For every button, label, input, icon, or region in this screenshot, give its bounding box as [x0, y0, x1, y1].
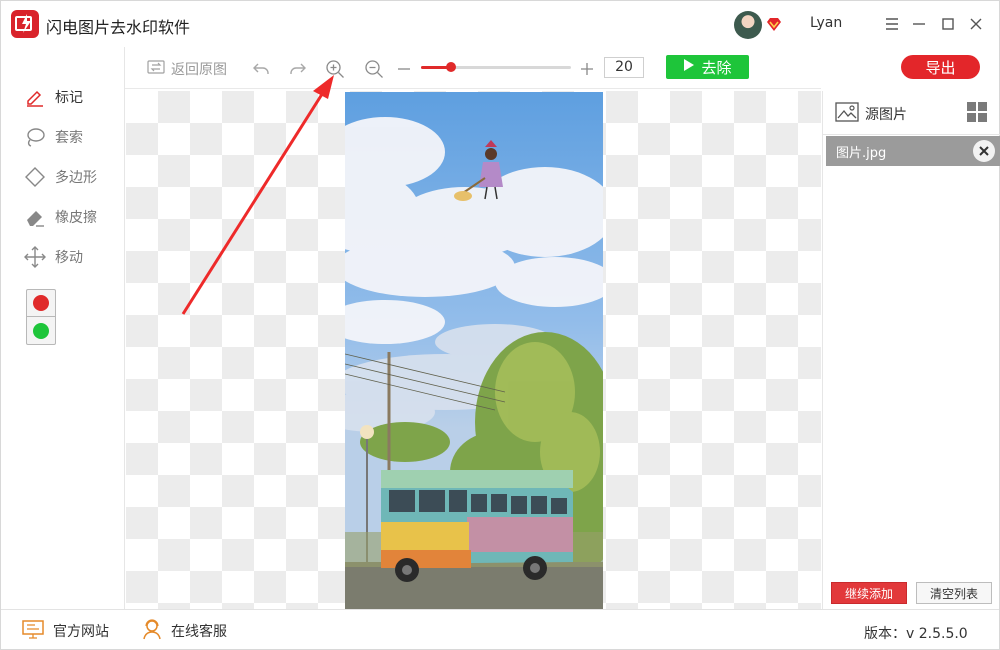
zoom-value-field[interactable]: 20	[604, 57, 644, 78]
undo-icon[interactable]	[251, 58, 271, 80]
grid-view-icon[interactable]	[967, 102, 987, 126]
lasso-icon	[23, 125, 47, 149]
color-green-swatch[interactable]	[27, 317, 55, 344]
tool-eraser[interactable]: 橡皮擦	[23, 205, 97, 229]
website-label: 官方网站	[53, 624, 109, 640]
zoom-out-icon[interactable]	[364, 58, 384, 80]
official-website-link[interactable]: 官方网站	[21, 620, 109, 642]
add-more-button[interactable]: 继续添加	[831, 582, 907, 604]
monitor-icon	[21, 619, 45, 643]
app-title: 闪电图片去水印软件	[46, 18, 191, 37]
zoom-plus-icon[interactable]	[580, 58, 594, 80]
marker-icon	[23, 85, 47, 109]
version-text: 版本：v 2.5.5.0	[864, 626, 968, 642]
remove-watermark-button[interactable]: 去除	[666, 55, 749, 79]
move-icon	[23, 245, 47, 269]
support-label: 在线客服	[171, 624, 227, 640]
zoom-in-icon[interactable]	[325, 58, 345, 80]
tool-lasso[interactable]: 套索	[23, 125, 83, 149]
tool-marker[interactable]: 标记	[23, 85, 83, 109]
title-bar: 闪电图片去水印软件 Lyan	[1, 1, 999, 47]
green-dot-icon	[33, 322, 49, 339]
app-window: 闪电图片去水印软件 Lyan 返回原图 20 去除 导出 标记 套索 多边形 橡…	[0, 0, 1000, 650]
remove-label: 去除	[701, 58, 732, 77]
clear-list-button[interactable]: 清空列表	[916, 582, 992, 604]
tool-label: 多边形	[55, 170, 97, 186]
eraser-icon	[23, 205, 47, 229]
tool-label: 移动	[55, 250, 83, 266]
preview-photo[interactable]	[345, 92, 603, 609]
redo-icon[interactable]	[288, 58, 308, 80]
app-logo-icon	[11, 10, 39, 38]
user-avatar[interactable]	[734, 11, 762, 39]
support-agent-icon	[141, 618, 163, 644]
color-picker	[26, 289, 56, 345]
source-panel-title: 源图片	[865, 107, 907, 123]
remove-file-icon[interactable]	[973, 140, 995, 162]
tool-label: 套索	[55, 130, 83, 146]
maximize-icon[interactable]	[937, 13, 959, 35]
status-bar: 官方网站 在线客服 版本：v 2.5.5.0	[1, 609, 999, 649]
tool-polygon[interactable]: 多边形	[23, 165, 97, 189]
tool-move[interactable]: 移动	[23, 245, 83, 269]
restore-icon	[147, 59, 165, 79]
file-list-item[interactable]: 图片.jpg	[826, 136, 1000, 166]
tool-sidebar: 标记 套索 多边形 橡皮擦 移动	[1, 47, 125, 609]
red-dot-icon	[33, 295, 49, 311]
source-panel: 源图片 图片.jpg 继续添加 清空列表	[822, 91, 1000, 609]
source-panel-header: 源图片	[823, 91, 1000, 135]
minimize-icon[interactable]	[908, 13, 930, 35]
zoom-slider-handle[interactable]	[446, 62, 456, 72]
toolbar: 返回原图 20 去除	[125, 47, 821, 89]
file-name: 图片.jpg	[836, 146, 887, 161]
vip-badge-icon[interactable]	[766, 16, 782, 32]
zoom-slider[interactable]	[421, 62, 571, 72]
export-button[interactable]: 导出	[901, 55, 980, 79]
color-red-swatch[interactable]	[27, 290, 55, 317]
image-canvas[interactable]	[126, 91, 821, 609]
zoom-minus-icon[interactable]	[397, 58, 411, 80]
menu-icon[interactable]	[881, 13, 903, 35]
online-support-link[interactable]: 在线客服	[141, 618, 227, 644]
tool-label: 标记	[55, 90, 83, 106]
play-icon	[683, 58, 695, 76]
polygon-icon	[23, 165, 47, 189]
close-icon[interactable]	[965, 13, 987, 35]
restore-label: 返回原图	[171, 62, 227, 78]
tool-label: 橡皮擦	[55, 210, 97, 226]
image-icon	[835, 102, 859, 126]
user-name[interactable]: Lyan	[810, 15, 842, 31]
restore-original-button[interactable]: 返回原图	[147, 58, 227, 80]
